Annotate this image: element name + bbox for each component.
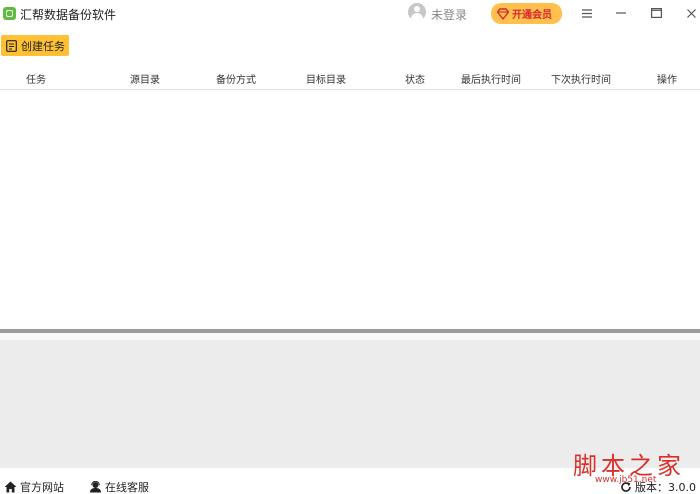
- watermark-url: www.jb51.net: [595, 475, 657, 485]
- online-support-link[interactable]: 在线客服: [89, 479, 149, 494]
- column-header-last-run[interactable]: 最后执行时间: [461, 71, 521, 86]
- open-vip-button[interactable]: 开通会员: [491, 3, 562, 24]
- hamburger-menu-icon[interactable]: [574, 2, 600, 24]
- document-icon: [6, 39, 17, 52]
- home-icon: [4, 481, 17, 493]
- create-task-label: 创建任务: [21, 40, 65, 53]
- column-header-next-run[interactable]: 下次执行时间: [551, 71, 611, 86]
- app-logo-icon: [3, 7, 16, 20]
- open-vip-label: 开通会员: [512, 10, 552, 21]
- create-task-button[interactable]: 创建任务: [1, 35, 69, 56]
- app-title: 汇帮数据备份软件: [20, 8, 117, 22]
- title-bar: 汇帮数据备份软件 未登录 开通会员: [0, 0, 700, 28]
- column-header-backup-mode[interactable]: 备份方式: [216, 71, 256, 86]
- online-support-label: 在线客服: [105, 481, 149, 494]
- customer-service-icon: [90, 481, 101, 493]
- column-header-actions[interactable]: 操作: [657, 71, 677, 86]
- watermark: 脚本之家 www.jb51.net: [573, 446, 700, 494]
- column-header-status[interactable]: 状态: [405, 71, 425, 86]
- user-avatar-icon[interactable]: [408, 3, 426, 21]
- task-table-body[interactable]: [0, 91, 700, 329]
- official-website-link[interactable]: 官方网站: [4, 479, 64, 494]
- column-header-task[interactable]: 任务: [26, 71, 46, 86]
- column-header-target[interactable]: 目标目录: [306, 71, 346, 86]
- diamond-icon: [497, 7, 509, 20]
- task-table-header: 任务 源目录 备份方式 目标目录 状态 最后执行时间 下次执行时间 操作: [0, 64, 700, 90]
- close-icon[interactable]: [678, 2, 700, 24]
- maximize-icon[interactable]: [643, 2, 669, 24]
- login-status-label[interactable]: 未登录: [431, 6, 467, 23]
- official-website-label: 官方网站: [20, 481, 64, 494]
- panel-splitter-gap: [0, 333, 700, 340]
- column-header-source[interactable]: 源目录: [130, 71, 160, 86]
- minimize-icon[interactable]: [608, 2, 634, 24]
